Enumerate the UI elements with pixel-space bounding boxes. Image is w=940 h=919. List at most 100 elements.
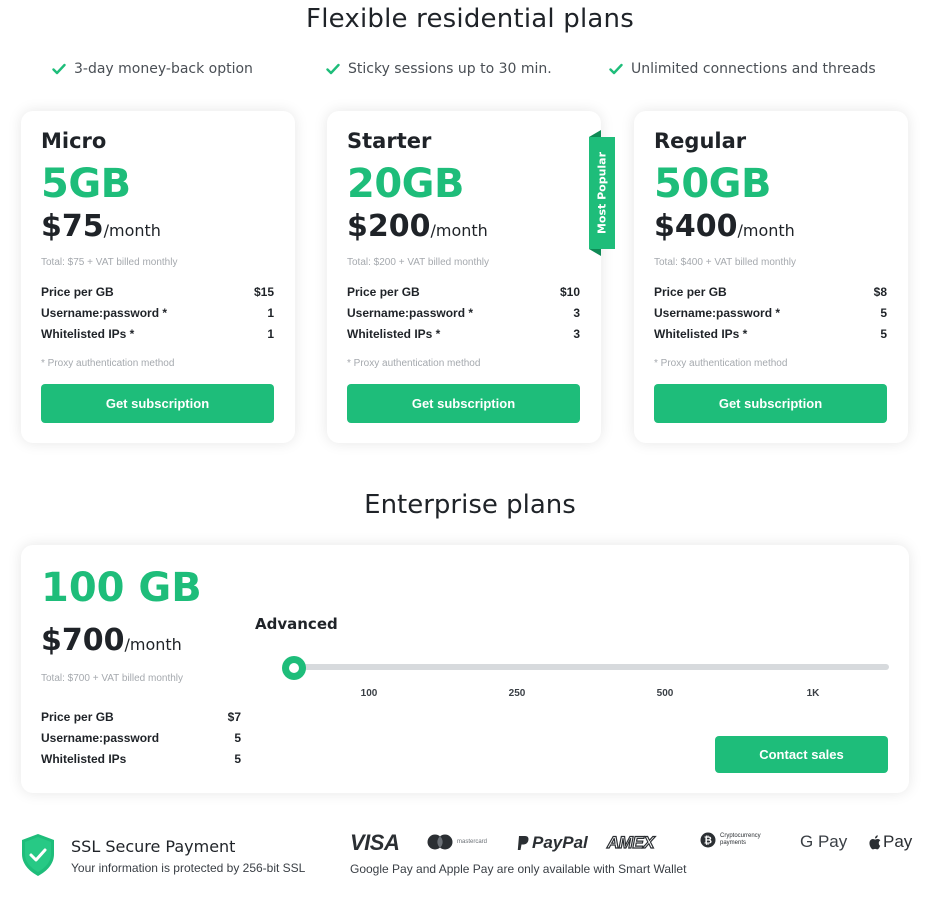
slider-tick-label[interactable]: 500	[657, 688, 674, 699]
enterprise-price: $700/month	[41, 623, 182, 658]
spec-row: Username:password 5	[41, 731, 241, 752]
price-period: /month	[737, 221, 795, 240]
spec-label: Username:password *	[347, 306, 474, 320]
traffic-slider-track[interactable]	[283, 664, 889, 670]
spec-label: Price per GB	[41, 710, 114, 724]
plan-price: $200/month	[347, 209, 488, 244]
apple-pay-logo: Pay	[869, 832, 912, 852]
ribbon-fold	[589, 249, 601, 256]
mastercard-logo: mastercard	[427, 834, 487, 850]
enterprise-total: Total: $700 + VAT billed monthly	[41, 673, 184, 684]
spec-value: $8	[873, 285, 887, 299]
plan-total: Total: $400 + VAT billed monthly	[654, 257, 797, 268]
payment-note: Google Pay and Apple Pay are only availa…	[350, 862, 687, 876]
plan-total: Total: $75 + VAT billed monthly	[41, 257, 178, 268]
spec-label: Price per GB	[41, 285, 114, 299]
page-title: Flexible residential plans	[306, 4, 634, 34]
price-amount: $700	[41, 623, 125, 658]
spec-row: Whitelisted IPs * 3	[347, 327, 580, 348]
amex-logo: AMEX	[606, 832, 655, 852]
get-subscription-button[interactable]: Get subscription	[41, 384, 274, 423]
feature-item: 3-day money-back option	[52, 61, 253, 77]
feature-label: Unlimited connections and threads	[631, 61, 876, 77]
spec-label: Username:password *	[41, 306, 168, 320]
plan-card-starter: Starter 20GB $200/month Total: $200 + VA…	[327, 111, 615, 443]
spec-row: Whitelisted IPs 5	[41, 752, 241, 773]
spec-row: Whitelisted IPs * 1	[41, 327, 274, 348]
plan-price: $75/month	[41, 209, 161, 244]
spec-value: 5	[234, 752, 241, 766]
spec-value: $10	[559, 285, 580, 299]
spec-value: 3	[573, 327, 580, 341]
plan-traffic: 5GB	[41, 161, 131, 207]
plan-name: Regular	[654, 129, 747, 153]
plan-traffic: 20GB	[347, 161, 464, 207]
spec-label: Username:password	[41, 731, 160, 745]
mastercard-wordmark: mastercard	[457, 839, 488, 845]
feature-item: Sticky sessions up to 30 min.	[326, 61, 552, 77]
most-popular-badge: Most Popular	[589, 137, 615, 249]
plan-card-regular: Regular 50GB $400/month Total: $400 + VA…	[634, 111, 908, 443]
plan-name: Micro	[41, 129, 107, 153]
spec-value: 5	[880, 306, 887, 320]
plan-name: Starter	[347, 129, 432, 153]
spec-row: Username:password * 5	[654, 306, 887, 327]
enterprise-traffic: 100 GB	[41, 565, 202, 611]
enterprise-specs: Price per GB $7 Username:password 5 Whitel…	[41, 710, 241, 773]
spec-label: Whitelisted IPs *	[654, 327, 748, 341]
spec-label: Price per GB	[347, 285, 420, 299]
spec-label: Whitelisted IPs *	[41, 327, 135, 341]
enterprise-section-title: Enterprise plans	[364, 490, 576, 520]
plan-total: Total: $200 + VAT billed monthly	[347, 257, 490, 268]
spec-value: 5	[880, 327, 887, 341]
price-period: /month	[124, 635, 182, 654]
price-amount: $75	[41, 209, 104, 244]
badge-label: Most Popular	[595, 151, 609, 235]
check-icon	[52, 63, 66, 75]
plan-price: $400/month	[654, 209, 795, 244]
spec-label: Whitelisted IPs	[41, 752, 127, 766]
slider-tick-label[interactable]: 1K	[807, 688, 820, 699]
get-subscription-button[interactable]: Get subscription	[654, 384, 887, 423]
crypto-logo: ₿ Cryptocurrency payments	[700, 832, 778, 848]
spec-label: Whitelisted IPs *	[347, 327, 441, 341]
price-period: /month	[430, 221, 488, 240]
visa-logo: VISA	[350, 830, 400, 855]
paypal-logo: PayPal	[517, 833, 588, 853]
slider-tick-label[interactable]: 100	[361, 688, 378, 699]
slider-tick-label[interactable]: 250	[509, 688, 526, 699]
spec-value: 3	[573, 306, 580, 320]
contact-sales-button[interactable]: Contact sales	[715, 736, 888, 773]
enterprise-tier-label: Advanced	[255, 615, 338, 633]
price-amount: $400	[654, 209, 738, 244]
spec-label: Username:password *	[654, 306, 781, 320]
ssl-description: Your information is protected by 256-bit…	[71, 861, 306, 875]
feature-item: Unlimited connections and threads	[609, 61, 876, 77]
spec-row: Price per GB $8	[654, 285, 887, 306]
price-period: /month	[103, 221, 161, 240]
plan-footnote: * Proxy authentication method	[347, 358, 481, 369]
ribbon-fold	[589, 130, 601, 137]
crypto-wordmark: Cryptocurrency payments	[720, 833, 761, 846]
get-subscription-button[interactable]: Get subscription	[347, 384, 580, 423]
plan-specs: Price per GB $8 Username:password * 5 Whit…	[654, 285, 887, 348]
google-pay-logo: G Pay	[800, 832, 848, 851]
spec-value: 1	[267, 327, 274, 341]
feature-label: 3-day money-back option	[74, 61, 253, 77]
spec-row: Username:password * 3	[347, 306, 580, 327]
spec-row: Username:password * 1	[41, 306, 274, 327]
ssl-title: SSL Secure Payment	[71, 837, 236, 856]
check-icon	[326, 63, 340, 75]
plan-traffic: 50GB	[654, 161, 771, 207]
paypal-wordmark: PayPal	[532, 833, 588, 852]
spec-label: Price per GB	[654, 285, 727, 299]
traffic-slider-handle[interactable]	[282, 656, 306, 680]
spec-value: 5	[234, 731, 241, 745]
spec-row: Price per GB $15	[41, 285, 274, 306]
spec-value: 1	[267, 306, 274, 320]
plan-specs: Price per GB $15 Username:password * 1 Whi…	[41, 285, 274, 348]
spec-row: Price per GB $7	[41, 710, 241, 731]
price-amount: $200	[347, 209, 431, 244]
check-icon	[609, 63, 623, 75]
ssl-secure-payment: SSL Secure Payment Your information is p…	[21, 833, 331, 883]
